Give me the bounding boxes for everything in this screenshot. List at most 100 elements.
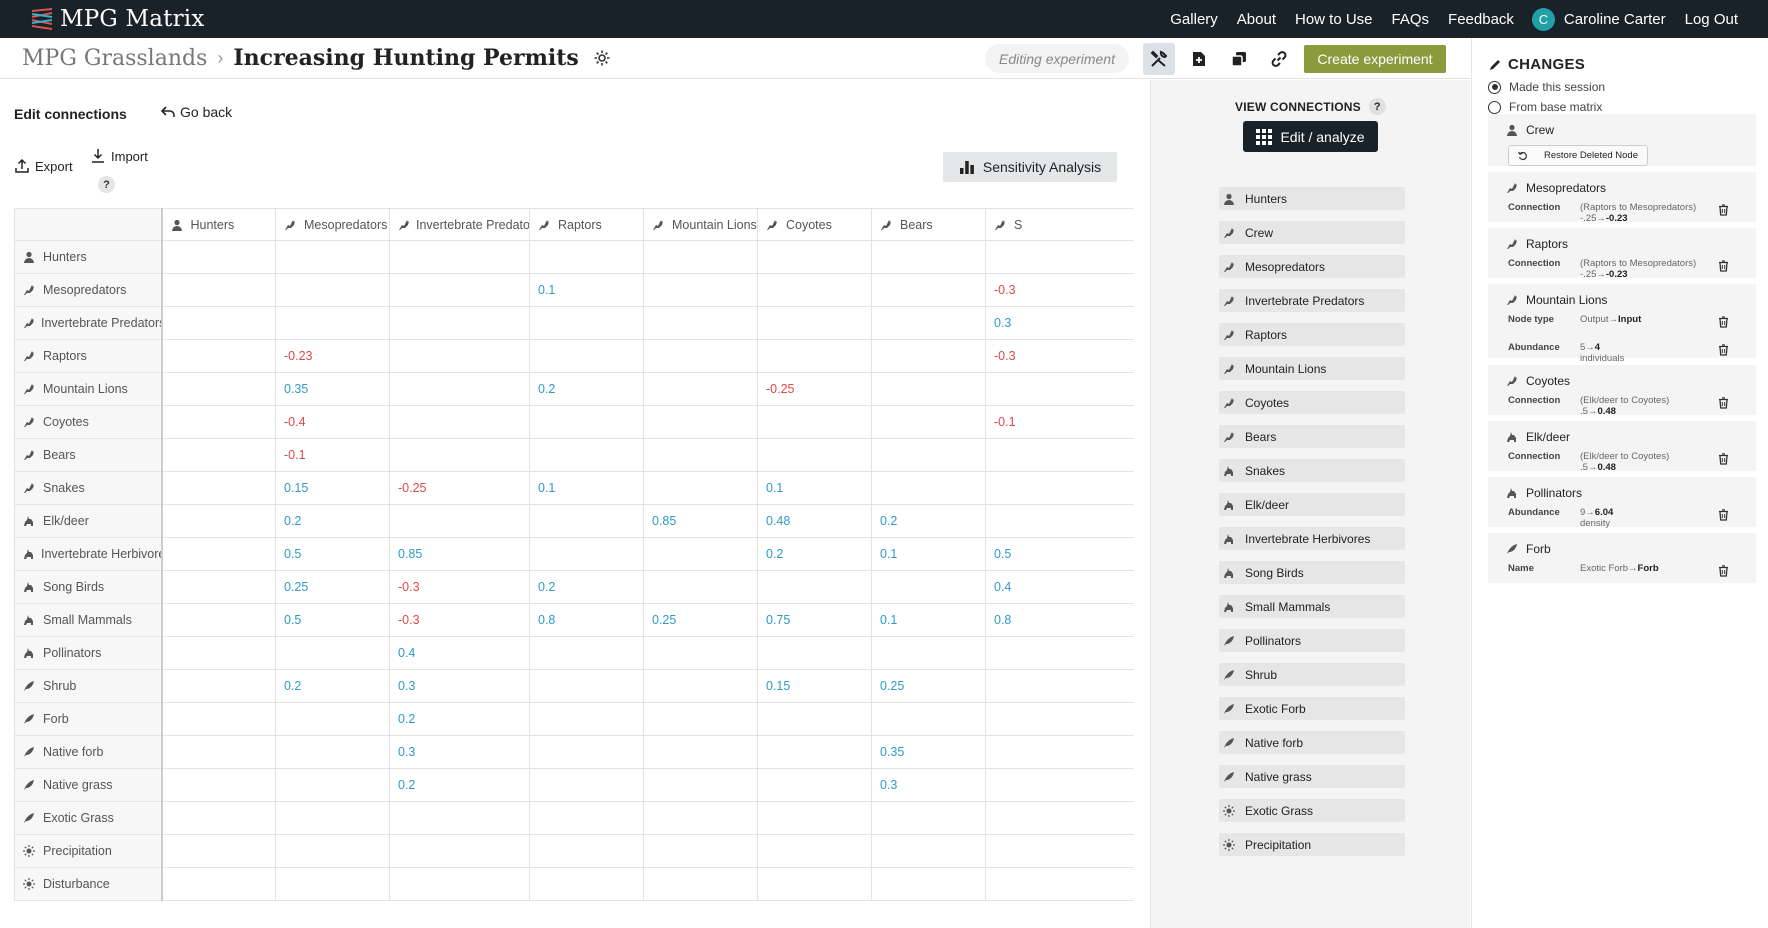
row-header[interactable]: Hunters — [14, 240, 163, 274]
column-header[interactable]: Invertebrate Predators — [389, 208, 530, 241]
matrix-cell[interactable] — [275, 636, 390, 670]
trash-icon[interactable] — [1718, 344, 1729, 359]
matrix-cell[interactable] — [275, 702, 390, 736]
matrix-cell[interactable]: 0.2 — [389, 702, 530, 736]
matrix-cell[interactable] — [389, 438, 530, 472]
row-header[interactable]: Exotic Grass — [14, 801, 163, 835]
matrix-cell[interactable] — [871, 372, 986, 406]
matrix-cell[interactable] — [161, 306, 276, 340]
matrix-cell[interactable] — [161, 867, 276, 901]
row-header[interactable]: Invertebrate Herbivores — [14, 537, 163, 571]
matrix-cell[interactable]: -0.23 — [275, 339, 390, 373]
matrix-cell[interactable]: 0.4 — [389, 636, 530, 670]
matrix-cell[interactable] — [757, 735, 872, 769]
matrix-cell[interactable]: 0.1 — [757, 471, 872, 505]
matrix-cell[interactable]: 0.3 — [985, 306, 1134, 340]
matrix-cell[interactable]: -0.1 — [985, 405, 1134, 439]
matrix-cell[interactable] — [161, 405, 276, 439]
matrix-cell[interactable] — [275, 801, 390, 835]
nav-gallery[interactable]: Gallery — [1170, 11, 1218, 28]
node-list-item[interactable]: Elk/deer — [1219, 493, 1405, 516]
matrix-cell[interactable]: 0.1 — [529, 471, 644, 505]
matrix-cell[interactable] — [161, 372, 276, 406]
matrix-cell[interactable]: 0.85 — [389, 537, 530, 571]
matrix-cell[interactable] — [871, 306, 986, 340]
column-header[interactable]: Mountain Lions — [643, 208, 758, 241]
matrix-cell[interactable] — [985, 438, 1134, 472]
trash-icon[interactable] — [1718, 316, 1729, 331]
matrix-cell[interactable] — [871, 702, 986, 736]
matrix-cell[interactable] — [985, 735, 1134, 769]
matrix-cell[interactable] — [871, 438, 986, 472]
matrix-cell[interactable]: 0.35 — [871, 735, 986, 769]
row-header[interactable]: Native grass — [14, 768, 163, 802]
matrix-cell[interactable] — [529, 537, 644, 571]
matrix-cell[interactable] — [161, 504, 276, 538]
row-header[interactable]: Pollinators — [14, 636, 163, 670]
matrix-cell[interactable] — [757, 438, 872, 472]
node-list-item[interactable]: Bears — [1219, 425, 1405, 448]
nav-feedback[interactable]: Feedback — [1448, 11, 1514, 28]
row-header[interactable]: Coyotes — [14, 405, 163, 439]
duplicate-icon[interactable] — [1223, 43, 1255, 75]
matrix-cell[interactable] — [389, 834, 530, 868]
matrix-cell[interactable] — [643, 537, 758, 571]
node-list-item[interactable]: Exotic Grass — [1219, 799, 1405, 822]
matrix-cell[interactable]: 0.35 — [275, 372, 390, 406]
matrix-cell[interactable]: -0.4 — [275, 405, 390, 439]
matrix-cell[interactable]: -0.3 — [389, 570, 530, 604]
matrix-cell[interactable] — [985, 240, 1134, 274]
matrix-cell[interactable]: 0.2 — [529, 372, 644, 406]
gear-icon[interactable] — [593, 49, 611, 67]
matrix-cell[interactable] — [275, 768, 390, 802]
matrix-cell[interactable]: 0.2 — [389, 768, 530, 802]
matrix-cell[interactable] — [529, 801, 644, 835]
matrix-cell[interactable] — [529, 405, 644, 439]
node-list-item[interactable]: Raptors — [1219, 323, 1405, 346]
matrix-cell[interactable] — [643, 669, 758, 703]
matrix-cell[interactable] — [757, 702, 872, 736]
matrix-cell[interactable] — [985, 702, 1134, 736]
matrix-cell[interactable] — [643, 471, 758, 505]
node-list-item[interactable]: Snakes — [1219, 459, 1405, 482]
matrix-cell[interactable] — [871, 405, 986, 439]
matrix-cell[interactable] — [529, 768, 644, 802]
matrix-cell[interactable] — [871, 834, 986, 868]
matrix-cell[interactable] — [529, 438, 644, 472]
trash-icon[interactable] — [1718, 204, 1729, 219]
matrix-cell[interactable] — [529, 669, 644, 703]
matrix-cell[interactable] — [985, 372, 1134, 406]
matrix-cell[interactable] — [161, 603, 276, 637]
node-list-item[interactable]: Native grass — [1219, 765, 1405, 788]
import-help-icon[interactable]: ? — [98, 176, 115, 193]
go-back-button[interactable]: Go back — [160, 104, 232, 120]
matrix-cell[interactable] — [757, 636, 872, 670]
matrix-cell[interactable] — [275, 735, 390, 769]
matrix-cell[interactable] — [871, 273, 986, 307]
matrix-cell[interactable] — [389, 801, 530, 835]
matrix-cell[interactable] — [161, 537, 276, 571]
matrix-cell[interactable]: 0.5 — [985, 537, 1134, 571]
trash-icon[interactable] — [1718, 565, 1729, 580]
node-list-item[interactable]: Shrub — [1219, 663, 1405, 686]
matrix-cell[interactable] — [161, 669, 276, 703]
matrix-cell[interactable] — [389, 339, 530, 373]
matrix-cell[interactable] — [985, 801, 1134, 835]
matrix-cell[interactable] — [643, 702, 758, 736]
matrix-cell[interactable] — [757, 801, 872, 835]
matrix-cell[interactable] — [643, 240, 758, 274]
matrix-cell[interactable] — [757, 405, 872, 439]
node-list-item[interactable]: Mesopredators — [1219, 255, 1405, 278]
restore-deleted-node-button[interactable]: Restore Deleted Node — [1508, 145, 1648, 166]
edit-analyze-button[interactable]: Edit / analyze — [1243, 121, 1378, 152]
matrix-cell[interactable] — [529, 240, 644, 274]
matrix-cell[interactable] — [757, 867, 872, 901]
column-header[interactable]: Bears — [871, 208, 986, 241]
matrix-cell[interactable] — [389, 306, 530, 340]
matrix-cell[interactable]: 0.4 — [985, 570, 1134, 604]
matrix-cell[interactable]: 0.85 — [643, 504, 758, 538]
matrix-cell[interactable] — [529, 504, 644, 538]
row-header[interactable]: Raptors — [14, 339, 163, 373]
matrix-cell[interactable] — [161, 834, 276, 868]
matrix-cell[interactable] — [985, 834, 1134, 868]
